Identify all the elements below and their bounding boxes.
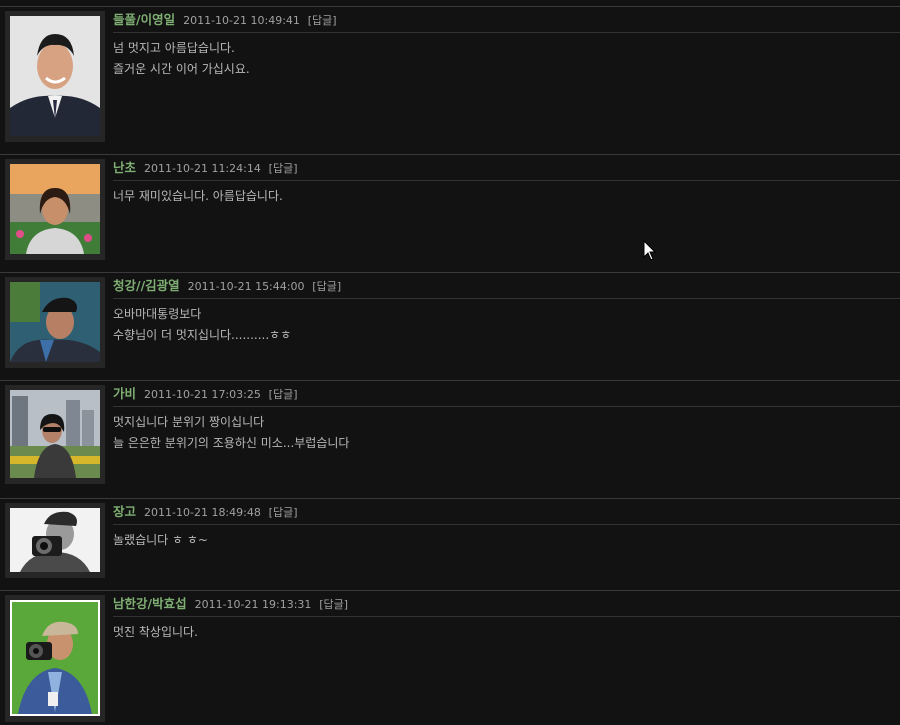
comment-date: 2011-10-21 11:24:14: [144, 162, 261, 175]
avatar-frame: [5, 159, 105, 260]
avatar[interactable]: [10, 282, 100, 362]
comment-header: 난초 2011-10-21 11:24:14 [답글]: [113, 155, 900, 181]
comment-line: 수향님이 더 멋지십니다..........ㅎㅎ: [113, 328, 292, 342]
avatar-frame: [5, 11, 105, 142]
comment-line: 멋진 착상입니다.: [113, 625, 198, 639]
comment-body: 들풀/이영일 2011-10-21 10:49:41 [답글] 넘 멋지고 아름답…: [113, 7, 900, 80]
reply-link[interactable]: [답글]: [269, 388, 298, 401]
reply-link[interactable]: [답글]: [312, 280, 341, 293]
avatar[interactable]: [10, 508, 100, 572]
comment-text: 멋진 착상입니다.: [113, 617, 900, 643]
comment-text: 멋지십니다 분위기 짱이십니다 늘 은은한 분위기의 조용하신 미소...부럽습…: [113, 407, 900, 454]
avatar-frame: [5, 595, 105, 722]
comment-item: 청강//김광열 2011-10-21 15:44:00 [답글] 오바마대통령보다…: [0, 272, 900, 381]
comment-body: 가비 2011-10-21 17:03:25 [답글] 멋지십니다 분위기 짱이십…: [113, 381, 900, 454]
comment-body: 장고 2011-10-21 18:49:48 [답글] 놀랬습니다 ㅎ ㅎ~: [113, 499, 900, 551]
avatar[interactable]: [10, 600, 100, 716]
comment-nickname[interactable]: 장고: [113, 504, 136, 519]
reply-link[interactable]: [답글]: [269, 506, 298, 519]
comment-nickname[interactable]: 청강//김광열: [113, 278, 180, 293]
comment-line: 멋지십니다 분위기 짱이십니다: [113, 415, 265, 429]
comment-header: 들풀/이영일 2011-10-21 10:49:41 [답글]: [113, 7, 900, 33]
mouse-pointer-icon: [643, 239, 657, 266]
reply-link[interactable]: [답글]: [319, 598, 348, 611]
comment-body: 난초 2011-10-21 11:24:14 [답글] 너무 재미있습니다. 아름…: [113, 155, 900, 207]
comment-item: 가비 2011-10-21 17:03:25 [답글] 멋지십니다 분위기 짱이십…: [0, 380, 900, 499]
comment-line: 너무 재미있습니다. 아름답습니다.: [113, 189, 283, 203]
comment-line: 즐거운 시간 이어 가십시요.: [113, 62, 250, 76]
comment-line: 오바마대통령보다: [113, 307, 202, 321]
comment-text: 오바마대통령보다 수향님이 더 멋지십니다..........ㅎㅎ: [113, 299, 900, 346]
comment-date: 2011-10-21 15:44:00: [187, 280, 305, 293]
comment-nickname[interactable]: 난초: [113, 160, 136, 175]
avatar[interactable]: [10, 390, 100, 478]
comment-nickname[interactable]: 남한강/박효섭: [113, 596, 187, 611]
reply-link[interactable]: [답글]: [269, 162, 298, 175]
reply-link[interactable]: [답글]: [308, 14, 337, 27]
comment-body: 청강//김광열 2011-10-21 15:44:00 [답글] 오바마대통령보다…: [113, 273, 900, 346]
comment-header: 남한강/박효섭 2011-10-21 19:13:31 [답글]: [113, 591, 900, 617]
comment-item: 난초 2011-10-21 11:24:14 [답글] 너무 재미있습니다. 아름…: [0, 154, 900, 273]
comment-date: 2011-10-21 17:03:25: [144, 388, 261, 401]
comment-date: 2011-10-21 18:49:48: [144, 506, 261, 519]
comment-date: 2011-10-21 19:13:31: [194, 598, 312, 611]
avatar[interactable]: [10, 164, 100, 254]
comment-item: 장고 2011-10-21 18:49:48 [답글] 놀랬습니다 ㅎ ㅎ~: [0, 498, 900, 591]
comment-line: 놀랬습니다 ㅎ ㅎ~: [113, 533, 208, 547]
comment-nickname[interactable]: 가비: [113, 386, 136, 401]
comment-text: 놀랬습니다 ㅎ ㅎ~: [113, 525, 900, 551]
comment-item: 들풀/이영일 2011-10-21 10:49:41 [답글] 넘 멋지고 아름답…: [0, 6, 900, 155]
comment-line: 늘 은은한 분위기의 조용하신 미소...부럽습니다: [113, 436, 350, 450]
comment-nickname[interactable]: 들풀/이영일: [113, 12, 175, 27]
comment-header: 가비 2011-10-21 17:03:25 [답글]: [113, 381, 900, 407]
comment-header: 장고 2011-10-21 18:49:48 [답글]: [113, 499, 900, 525]
avatar[interactable]: [10, 16, 100, 136]
comment-text: 너무 재미있습니다. 아름답습니다.: [113, 181, 900, 207]
comment-text: 넘 멋지고 아름답습니다. 즐거운 시간 이어 가십시요.: [113, 33, 900, 80]
comment-item: 남한강/박효섭 2011-10-21 19:13:31 [답글] 멋진 착상입니다…: [0, 590, 900, 725]
avatar-frame: [5, 503, 105, 578]
comment-line: 넘 멋지고 아름답습니다.: [113, 41, 235, 55]
avatar-frame: [5, 385, 105, 484]
comment-header: 청강//김광열 2011-10-21 15:44:00 [답글]: [113, 273, 900, 299]
comment-body: 남한강/박효섭 2011-10-21 19:13:31 [답글] 멋진 착상입니다…: [113, 591, 900, 643]
comment-date: 2011-10-21 10:49:41: [183, 14, 300, 27]
avatar-frame: [5, 277, 105, 368]
